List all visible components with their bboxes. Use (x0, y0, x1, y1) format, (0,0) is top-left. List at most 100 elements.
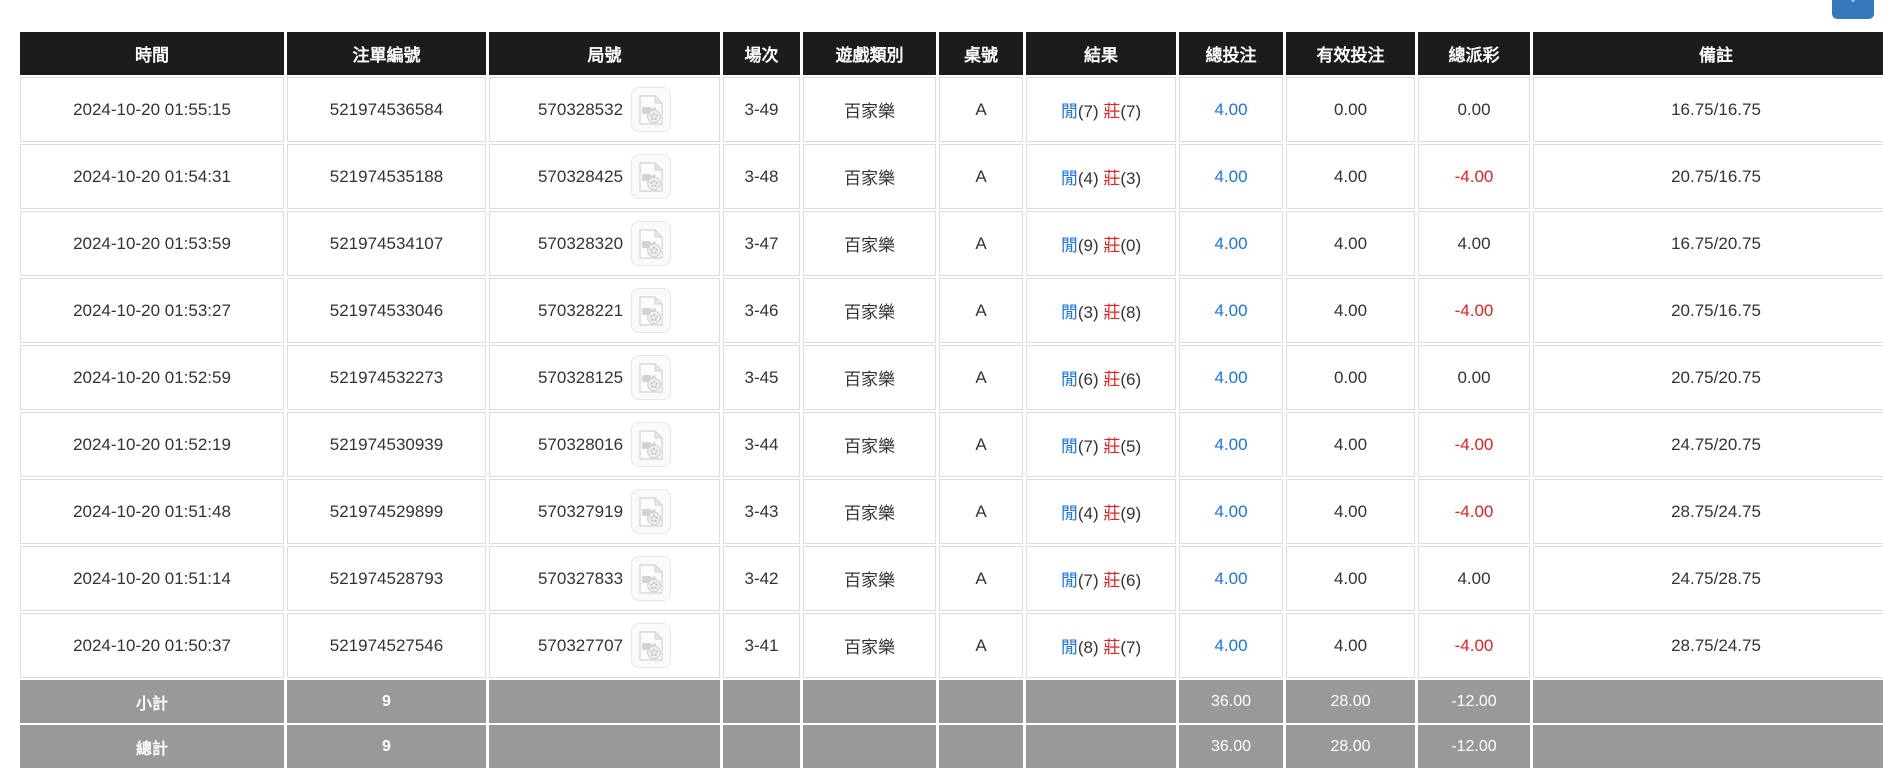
cell-round: 570328532 (489, 77, 720, 142)
total-bet-link[interactable]: 4.00 (1214, 569, 1247, 588)
cell-payout: -4.00 (1418, 144, 1530, 209)
player-label: 閒 (1061, 169, 1078, 188)
banker-label: 莊 (1103, 638, 1120, 657)
column-header-game-type: 遊戲類別 (803, 32, 936, 75)
video-replay-button[interactable] (631, 154, 671, 199)
cell-valid-bet: 4.00 (1286, 546, 1415, 611)
cell-remark: 28.75/24.75 (1533, 479, 1883, 544)
subtotal-row: 小計 9 36.00 28.00 -12.00 (20, 680, 1883, 723)
cell-result: 閒(7) 莊(7) (1026, 77, 1176, 142)
column-header-remark: 備註 (1533, 32, 1883, 75)
total-bet-link[interactable]: 4.00 (1214, 368, 1247, 387)
table-row: 2024-10-20 01:50:37 521974527546 5703277… (20, 613, 1883, 678)
total-bet-link[interactable]: 4.00 (1214, 100, 1247, 119)
player-label: 閒 (1061, 638, 1078, 657)
cell-valid-bet: 0.00 (1286, 345, 1415, 410)
cell-result: 閒(3) 莊(8) (1026, 278, 1176, 343)
video-replay-button[interactable] (631, 489, 671, 534)
cell-total-bet: 4.00 (1179, 479, 1283, 544)
total-bet-link[interactable]: 4.00 (1214, 234, 1247, 253)
cell-result: 閒(4) 莊(9) (1026, 479, 1176, 544)
column-header-time: 時間 (20, 32, 284, 75)
table-row: 2024-10-20 01:51:48 521974529899 5703279… (20, 479, 1883, 544)
player-label: 閒 (1061, 504, 1078, 523)
total-bet-link[interactable]: 4.00 (1214, 636, 1247, 655)
floating-action-button[interactable] (1832, 0, 1874, 19)
video-file-icon (638, 296, 664, 326)
banker-score: (8) (1120, 303, 1141, 322)
cell-time: 2024-10-20 01:51:48 (20, 479, 284, 544)
banker-label: 莊 (1103, 437, 1120, 456)
subtotal-payout: -12.00 (1418, 680, 1530, 723)
cell-table-no: A (939, 546, 1023, 611)
banker-label: 莊 (1103, 236, 1120, 255)
video-file-icon (638, 95, 664, 125)
video-replay-button[interactable] (631, 355, 671, 400)
banker-score: (7) (1120, 102, 1141, 121)
cell-session: 3-48 (723, 144, 800, 209)
subtotal-total-bet: 36.00 (1179, 680, 1283, 723)
cell-valid-bet: 4.00 (1286, 613, 1415, 678)
cell-result: 閒(6) 莊(6) (1026, 345, 1176, 410)
cell-result: 閒(4) 莊(3) (1026, 144, 1176, 209)
cell-valid-bet: 4.00 (1286, 278, 1415, 343)
cell-total-bet: 4.00 (1179, 412, 1283, 477)
cell-time: 2024-10-20 01:51:14 (20, 546, 284, 611)
cell-round: 570328016 (489, 412, 720, 477)
cell-bet-id: 521974529899 (287, 479, 486, 544)
table-row: 2024-10-20 01:51:14 521974528793 5703278… (20, 546, 1883, 611)
cell-round: 570328221 (489, 278, 720, 343)
cell-session: 3-42 (723, 546, 800, 611)
video-file-icon (638, 564, 664, 594)
total-bet-link[interactable]: 4.00 (1214, 502, 1247, 521)
round-number: 570328125 (538, 368, 623, 388)
cell-remark: 20.75/20.75 (1533, 345, 1883, 410)
video-replay-button[interactable] (631, 422, 671, 467)
bet-history-table-wrap: 時間 注單編號 局號 場次 遊戲類別 桌號 結果 總投注 有效投注 總派彩 備註… (17, 30, 1866, 770)
table-row: 2024-10-20 01:54:31 521974535188 5703284… (20, 144, 1883, 209)
subtotal-empty-cell (1026, 680, 1176, 723)
video-replay-button[interactable] (631, 221, 671, 266)
banker-score: (0) (1120, 236, 1141, 255)
video-replay-button[interactable] (631, 556, 671, 601)
video-file-icon (638, 363, 664, 393)
banker-label: 莊 (1103, 571, 1120, 590)
total-bet-link[interactable]: 4.00 (1214, 435, 1247, 454)
subtotal-count: 9 (287, 680, 486, 723)
round-number: 570328016 (538, 435, 623, 455)
banker-label: 莊 (1103, 504, 1120, 523)
column-header-bet-id: 注單編號 (287, 32, 486, 75)
cell-table-no: A (939, 278, 1023, 343)
cell-round: 570328125 (489, 345, 720, 410)
cell-payout: -4.00 (1418, 412, 1530, 477)
total-empty-cell (939, 725, 1023, 768)
cell-session: 3-49 (723, 77, 800, 142)
total-row: 總計 9 36.00 28.00 -12.00 (20, 725, 1883, 768)
cell-bet-id: 521974532273 (287, 345, 486, 410)
floating-action-icon (1852, 0, 1855, 2)
cell-payout: -4.00 (1418, 479, 1530, 544)
cell-valid-bet: 4.00 (1286, 211, 1415, 276)
cell-result: 閒(9) 莊(0) (1026, 211, 1176, 276)
cell-bet-id: 521974535188 (287, 144, 486, 209)
video-replay-button[interactable] (631, 87, 671, 132)
video-replay-button[interactable] (631, 623, 671, 668)
cell-table-no: A (939, 77, 1023, 142)
cell-total-bet: 4.00 (1179, 345, 1283, 410)
cell-payout: -4.00 (1418, 278, 1530, 343)
total-bet-link[interactable]: 4.00 (1214, 167, 1247, 186)
total-bet-link[interactable]: 4.00 (1214, 301, 1247, 320)
cell-remark: 24.75/20.75 (1533, 412, 1883, 477)
cell-result: 閒(7) 莊(6) (1026, 546, 1176, 611)
cell-round: 570327707 (489, 613, 720, 678)
cell-game-type: 百家樂 (803, 144, 936, 209)
player-score: (3) (1078, 303, 1099, 322)
column-header-round: 局號 (489, 32, 720, 75)
player-label: 閒 (1061, 437, 1078, 456)
cell-round: 570327833 (489, 546, 720, 611)
cell-round: 570327919 (489, 479, 720, 544)
video-file-icon (638, 162, 664, 192)
cell-total-bet: 4.00 (1179, 211, 1283, 276)
video-replay-button[interactable] (631, 288, 671, 333)
cell-session: 3-44 (723, 412, 800, 477)
